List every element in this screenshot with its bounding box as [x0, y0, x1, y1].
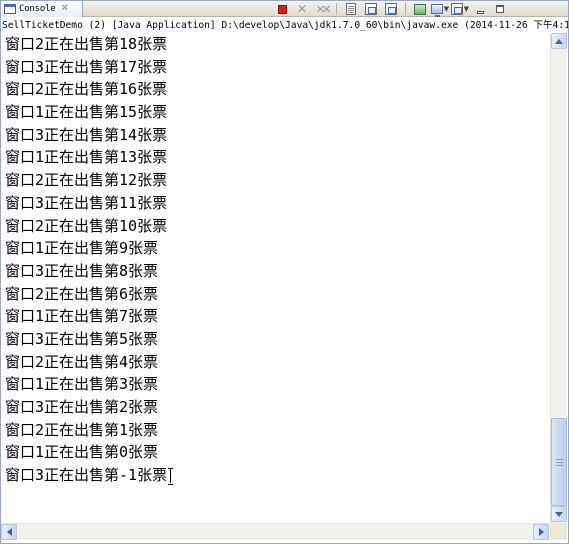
open-console-button[interactable]: ▼	[451, 2, 469, 16]
console-line: 窗口3正在出售第8张票	[5, 261, 159, 280]
console-line: 窗口3正在出售第14张票	[5, 125, 168, 144]
console-line: 窗口2正在出售第6张票	[5, 284, 159, 303]
chevron-down-icon: ▼	[443, 4, 449, 13]
console-line: 窗口3正在出售第11张票	[5, 193, 168, 212]
remove-launch-icon: ✕	[296, 2, 308, 16]
clear-console-button[interactable]	[342, 2, 360, 16]
launch-description: SellTicketDemo (2) [Java Application] D:…	[1, 18, 568, 33]
horizontal-scrollbar[interactable]	[1, 523, 550, 540]
console-line: 窗口1正在出售第7张票	[5, 307, 159, 326]
close-icon[interactable]: ✕	[61, 4, 69, 14]
console-tab[interactable]: Console ✕	[1, 1, 83, 17]
console-icon	[4, 4, 16, 14]
console-line: 窗口3正在出售第5张票	[5, 329, 159, 348]
vertical-scroll-thumb[interactable]	[551, 418, 567, 506]
pin-console-icon	[414, 3, 426, 15]
scroll-lock-button[interactable]	[362, 2, 380, 16]
console-toolbar: ✕ ✕✕ ▼ ▼	[273, 2, 509, 17]
grip-line	[556, 465, 563, 466]
arrow-down-icon	[555, 511, 563, 517]
console-line: 窗口2正在出售第18张票	[5, 35, 168, 53]
console-line: 窗口2正在出售第4张票	[5, 352, 159, 371]
console-line: 窗口2正在出售第12张票	[5, 171, 168, 190]
scroll-right-button[interactable]	[533, 524, 549, 540]
scroll-up-button[interactable]	[551, 33, 567, 49]
arrow-up-icon	[555, 38, 563, 44]
open-console-icon	[451, 3, 463, 15]
console-line: 窗口2正在出售第16张票	[5, 80, 168, 99]
console-line: 窗口3正在出售第2张票	[5, 398, 159, 416]
view-tab-bar: Console ✕ ✕ ✕✕ ▼ ▼	[1, 1, 568, 17]
remove-all-terminated-icon: ✕✕	[315, 2, 332, 16]
console-line: 窗口1正在出售第13张票	[5, 148, 168, 167]
scroll-down-button[interactable]	[551, 506, 567, 522]
clear-console-icon	[346, 3, 356, 15]
minimize-icon	[476, 10, 484, 14]
word-wrap-icon	[385, 3, 397, 15]
console-line-last: 窗口3正在出售第-1张票	[1, 464, 550, 487]
console-line: 窗口2正在出售第1张票	[5, 420, 159, 439]
console-line: 窗口2正在出售第10张票	[5, 216, 168, 235]
toolbar-separator	[336, 3, 337, 15]
grip-line	[556, 462, 563, 463]
display-selected-console-button[interactable]: ▼	[431, 2, 449, 17]
console-line: 窗口1正在出售第3张票	[5, 375, 159, 394]
arrow-right-icon	[538, 528, 544, 536]
scroll-left-button[interactable]	[1, 524, 17, 540]
terminate-button[interactable]	[273, 2, 291, 16]
display-selected-console-icon	[431, 4, 443, 17]
remove-launch-button[interactable]: ✕	[293, 2, 311, 16]
console-line-text: 窗口3正在出售第-1张票	[5, 466, 168, 485]
console-line: 窗口1正在出售第15张票	[5, 103, 168, 122]
pin-console-button[interactable]	[411, 2, 429, 16]
remove-all-terminated-button[interactable]: ✕✕	[313, 2, 332, 16]
arrow-left-icon	[6, 528, 12, 536]
scroll-lock-icon	[365, 3, 377, 15]
text-cursor-icon	[168, 468, 174, 486]
minimize-button[interactable]	[471, 2, 489, 16]
maximize-button[interactable]	[491, 2, 509, 16]
terminate-icon	[277, 4, 287, 14]
console-tab-label: Console	[19, 4, 56, 14]
vertical-scrollbar[interactable]	[550, 33, 567, 523]
word-wrap-button[interactable]	[382, 2, 400, 16]
console-output[interactable]: 窗口2正在出售第18张票 窗口3正在出售第17张票 窗口2正在出售第16张票 窗…	[1, 33, 550, 523]
console-line: 窗口3正在出售第17张票	[5, 57, 168, 76]
chevron-down-icon: ▼	[463, 4, 469, 13]
console-view: Console ✕ ✕ ✕✕ ▼ ▼ SellTicketDemo (2) [J…	[0, 0, 569, 544]
maximize-icon	[496, 5, 504, 13]
scrollbar-corner	[550, 523, 567, 540]
console-line: 窗口1正在出售第0张票	[5, 443, 159, 462]
toolbar-separator	[405, 3, 406, 15]
grip-line	[556, 459, 563, 460]
console-line: 窗口1正在出售第9张票	[5, 239, 159, 258]
